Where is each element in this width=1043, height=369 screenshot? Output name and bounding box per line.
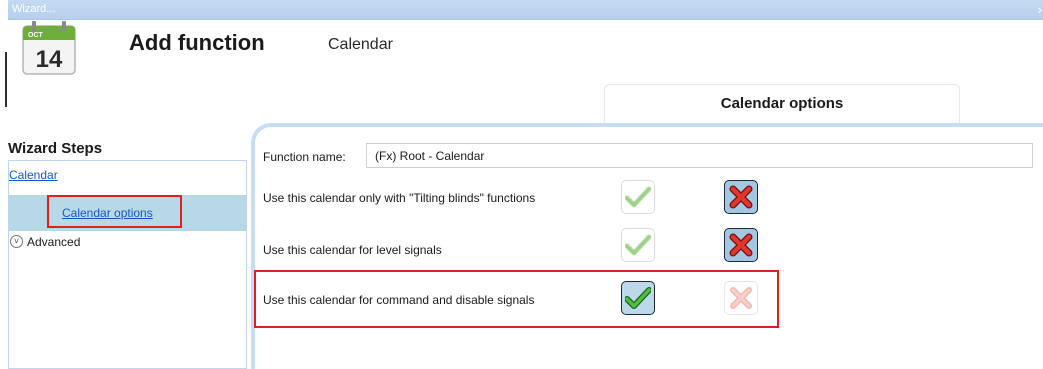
cross-icon <box>729 233 753 257</box>
option-label-tilting-blinds: Use this calendar only with "Tilting bli… <box>263 191 536 205</box>
function-name-label: Function name: <box>263 150 346 164</box>
calendar-icon-month: OCT <box>28 32 44 39</box>
wizard-steps-panel: Calendar Calendar options ˅ Advanced <box>8 160 247 369</box>
window-close-icon[interactable]: › <box>1038 2 1042 17</box>
cross-icon <box>729 185 753 209</box>
option-label-level-signals: Use this calendar for level signals <box>263 243 442 257</box>
cross-icon <box>730 287 752 309</box>
calendar-icon: OCT 14 <box>22 21 76 75</box>
calendar-icon-day: 14 <box>36 46 63 73</box>
yes-button-command-disable[interactable] <box>621 281 655 315</box>
page-subtitle: Calendar <box>328 36 393 53</box>
advanced-label: Advanced <box>27 235 81 249</box>
check-icon <box>625 234 651 256</box>
check-icon <box>625 186 651 208</box>
step-link-calendar[interactable]: Calendar <box>9 168 58 182</box>
function-name-input[interactable]: (Fx) Root - Calendar <box>366 143 1033 168</box>
no-button-level-signals[interactable] <box>724 228 758 262</box>
window-title: Wizard... <box>12 3 56 15</box>
yes-button-level-signals[interactable] <box>621 228 655 262</box>
check-icon <box>625 287 651 309</box>
wizard-steps-heading: Wizard Steps <box>8 140 103 157</box>
window-left-edge <box>0 0 8 369</box>
option-label-command-disable: Use this calendar for command and disabl… <box>263 293 535 307</box>
substep-link-calendar-options[interactable]: Calendar options <box>62 206 153 220</box>
no-button-command-disable[interactable] <box>724 281 758 315</box>
chevron-down-icon[interactable]: ˅ <box>10 235 23 248</box>
window-titlebar: Wizard... › <box>8 0 1043 20</box>
yes-button-tilting-blinds[interactable] <box>621 180 655 214</box>
page-title: Add function <box>129 30 265 55</box>
no-button-tilting-blinds[interactable] <box>724 180 758 214</box>
tab-calendar-options[interactable]: Calendar options <box>604 84 960 123</box>
